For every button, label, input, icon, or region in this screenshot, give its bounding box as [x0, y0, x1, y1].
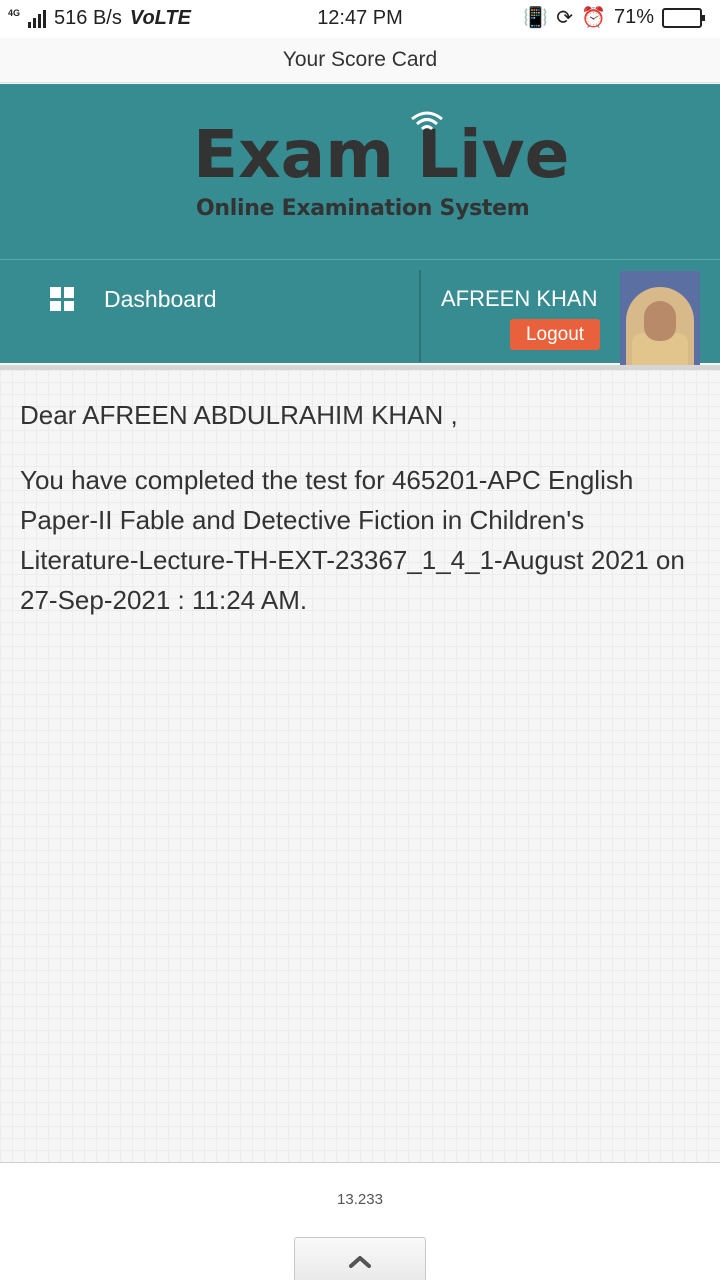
- nav-divider: [419, 270, 421, 362]
- scroll-top-button[interactable]: [294, 1237, 426, 1280]
- logout-button[interactable]: Logout: [510, 319, 600, 350]
- main-content: Dear AFREEN ABDULRAHIM KHAN , You have c…: [0, 370, 720, 1162]
- completion-message: You have completed the test for 465201-A…: [20, 465, 685, 615]
- greeting-text: Dear AFREEN ABDULRAHIM KHAN ,: [20, 400, 458, 430]
- logo-title: Exam Live: [193, 116, 570, 193]
- page-title: Your Score Card: [0, 38, 720, 83]
- dashboard-link[interactable]: Dashboard: [50, 286, 217, 312]
- status-right: 📳 ⟳ ⏰ 71%: [523, 5, 705, 30]
- alarm-icon: ⏰: [581, 7, 606, 29]
- nav-bar: Dashboard AFREEN KHAN Logout: [0, 259, 720, 363]
- dashboard-label: Dashboard: [104, 285, 217, 312]
- vibrate-icon: 📳: [523, 7, 549, 29]
- wifi-icon: [411, 111, 443, 131]
- battery-icon: [662, 7, 705, 28]
- footer: 13.233: [0, 1162, 720, 1280]
- user-name: AFREEN KHAN: [441, 286, 598, 311]
- rotation-lock-icon: ⟳: [556, 7, 574, 29]
- status-bar: 4G 516 B/s VoLTE 12:47 PM 📳 ⟳ ⏰ 71%: [0, 0, 720, 38]
- avatar: [620, 271, 700, 379]
- version-number: 13.233: [337, 1191, 383, 1208]
- battery-percent: 71%: [613, 6, 654, 28]
- logo-subtitle: Online Examination System: [196, 196, 530, 221]
- grid-icon: [50, 287, 74, 311]
- chevron-up-icon: [349, 1256, 371, 1268]
